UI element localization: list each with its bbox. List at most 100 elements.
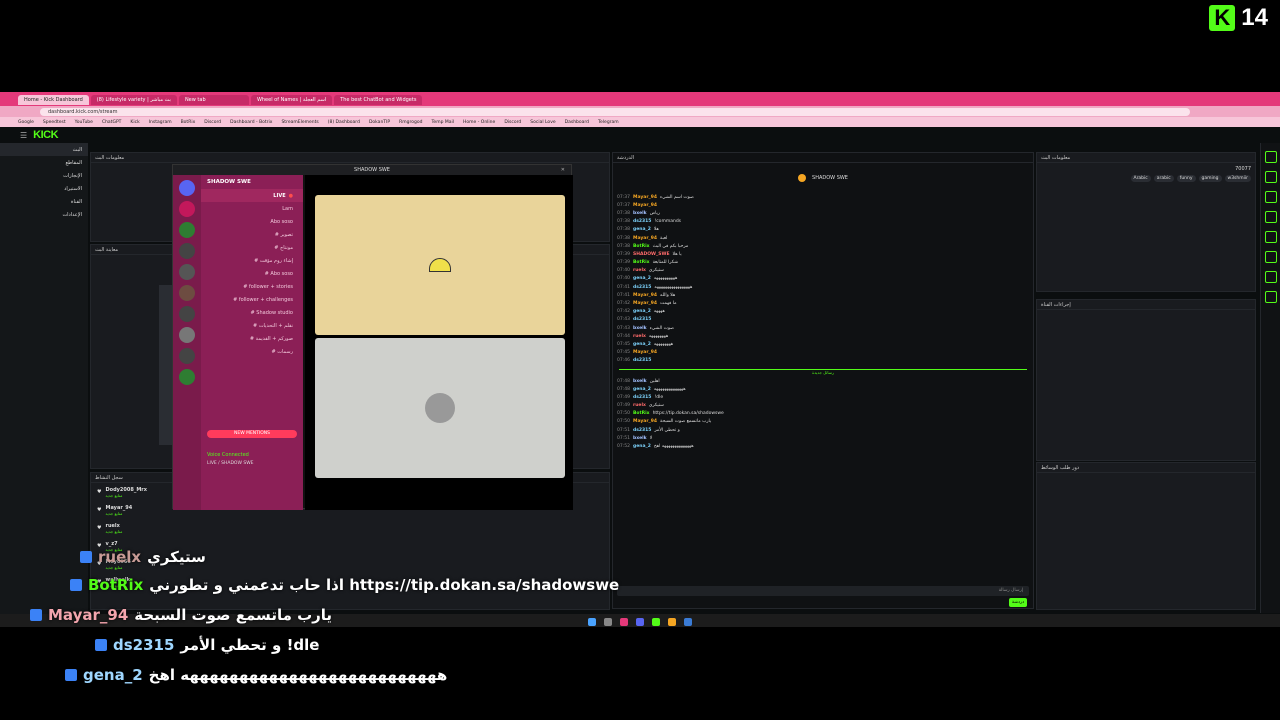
- chat-message[interactable]: 07:42 Mayar_94 ما فهمت: [613, 299, 1033, 307]
- chat-username[interactable]: gena_2: [633, 387, 651, 392]
- chat-message[interactable]: 07:50 BotRix https://tip.dokan.sa/shadowsw…: [613, 410, 1033, 418]
- tag-badge[interactable]: arabic: [1153, 175, 1174, 182]
- chat-message[interactable]: 07:39 SHADOW_SWE يا هلا: [613, 250, 1033, 258]
- bookmark-item[interactable]: Discord: [504, 120, 521, 125]
- bookmark-item[interactable]: Telegram: [598, 120, 619, 125]
- bookmark-item[interactable]: Kick: [130, 120, 139, 125]
- chat-username[interactable]: bxelk: [633, 379, 647, 384]
- chat-username[interactable]: Mayar_94: [633, 293, 657, 298]
- chat-username[interactable]: ds2315: [633, 317, 651, 322]
- bookmark-item[interactable]: DokanTIP: [369, 120, 390, 125]
- chat-message[interactable]: 07:38 ds2315 !commands: [613, 218, 1033, 226]
- browser-tab[interactable]: New tab: [178, 95, 249, 105]
- chat-message[interactable]: 07:45 Mayar_94: [613, 349, 1033, 357]
- browser-icon[interactable]: [620, 617, 628, 626]
- chat-username[interactable]: ds2315: [633, 428, 651, 433]
- chat-username[interactable]: ds2315: [633, 285, 651, 290]
- video-tile-lam[interactable]: [315, 195, 565, 335]
- chat-message[interactable]: 07:43 bxelk صوت الشيء: [613, 324, 1033, 332]
- chat-message[interactable]: 07:39 BotRix شكرا للمتابعة: [613, 259, 1033, 267]
- folder-icon[interactable]: [668, 617, 676, 626]
- chat-username[interactable]: SHADOW_SWE: [633, 252, 670, 257]
- chat-username[interactable]: ruelx: [633, 334, 646, 339]
- discord-channel[interactable]: # follower + stories: [201, 280, 303, 293]
- chat-username[interactable]: Mayar_94: [633, 236, 657, 241]
- sidebar-item[interactable]: الإنجازات: [0, 169, 88, 182]
- chat-message[interactable]: 07:48 gena_2 ههههههههههههههه: [613, 385, 1033, 393]
- chat-username[interactable]: Mayar_94: [633, 301, 657, 306]
- discord-channel[interactable]: # مونتاج: [201, 241, 303, 254]
- chat-message[interactable]: 07:44 ruelx ههههههههه: [613, 332, 1033, 340]
- chat-message[interactable]: 07:41 Mayar_94 هلا والله: [613, 291, 1033, 299]
- discord-channel[interactable]: # Abo soso: [201, 267, 303, 280]
- tag-badge[interactable]: Arabic: [1130, 175, 1151, 182]
- chat-username[interactable]: ds2315: [633, 358, 651, 363]
- chat-username[interactable]: gena_2: [633, 227, 651, 232]
- chat-username[interactable]: Mayar_94: [633, 203, 657, 208]
- chat-username[interactable]: BotRix: [633, 411, 650, 416]
- browser-tab[interactable]: Wheel of Names | اسم العجلة: [250, 95, 333, 105]
- chat-message[interactable]: 07:51 bxelk لا: [613, 434, 1033, 442]
- sidebar-item[interactable]: الإعدادات: [0, 208, 88, 221]
- bookmark-item[interactable]: Rmgrogod: [399, 120, 422, 125]
- chat-username[interactable]: gena_2: [633, 309, 651, 314]
- chat-message[interactable]: 07:48 bxelk اهلين: [613, 377, 1033, 385]
- tag-badge[interactable]: w3shmiir: [1224, 175, 1251, 182]
- bookmark-item[interactable]: Social Love: [530, 120, 555, 125]
- discord-channel[interactable]: # نقلم + التحديات: [201, 319, 303, 332]
- browser-tab[interactable]: (8) Lifestyle variety | بث مباشر: [90, 95, 177, 105]
- sidebar-item[interactable]: القناة: [0, 195, 88, 208]
- chat-username[interactable]: bxelk: [633, 326, 647, 331]
- chat-message[interactable]: 07:51 ds2315 و تحطي الأمر: [613, 426, 1033, 434]
- chat-message[interactable]: 07:50 Mayar_94 يارب ماتسمع صوت السبحة: [613, 418, 1033, 426]
- new-mentions-button[interactable]: NEW MENTIONS: [207, 430, 297, 438]
- chat-message[interactable]: 07:37 Mayar_94 صوت اسم الشيء: [613, 193, 1033, 201]
- sidebar-item[interactable]: المقاطع: [0, 156, 88, 169]
- chat-message[interactable]: 07:46 ds2315: [613, 357, 1033, 365]
- chat-message[interactable]: 07:52 gena_2 ههههههههههههههه اهخ: [613, 442, 1033, 450]
- chat-input[interactable]: إرسال رسالة: [617, 586, 1029, 596]
- chat-message[interactable]: 07:37 Mayar_94: [613, 201, 1033, 209]
- browser-tab[interactable]: The best ChatBot and Widgets: [334, 95, 423, 105]
- discord-channel[interactable]: # تصوير: [201, 228, 303, 241]
- chat-username[interactable]: gena_2: [633, 444, 651, 449]
- chat-message[interactable]: 07:38 BotRix مرحبا بكم في البث: [613, 242, 1033, 250]
- sidebar-item[interactable]: الاستيراد: [0, 182, 88, 195]
- discord-channel[interactable]: # follower + challenges: [201, 293, 303, 306]
- bookmark-item[interactable]: Home - Online: [463, 120, 495, 125]
- chat-username[interactable]: ruelx: [633, 268, 646, 273]
- discord-channel[interactable]: # إشاء روم مؤقت: [201, 254, 303, 267]
- chat-username[interactable]: BotRix: [633, 244, 650, 249]
- chat-username[interactable]: BotRix: [633, 260, 650, 265]
- chat-username[interactable]: Mayar_94: [633, 419, 657, 424]
- bookmark-item[interactable]: Instagram: [149, 120, 172, 125]
- chat-username[interactable]: Mayar_94: [633, 350, 657, 355]
- chat-message[interactable]: 07:41 ds2315 هههههههههههههههههه: [613, 283, 1033, 291]
- bookmark-item[interactable]: ChatGPT: [102, 120, 121, 125]
- discord-channel[interactable]: # Shadow studio: [201, 306, 303, 319]
- bookmark-item[interactable]: Dashboard - Botrix: [230, 120, 272, 125]
- chat-message[interactable]: 07:45 gena_2 ههههههههه: [613, 340, 1033, 348]
- chat-username[interactable]: gena_2: [633, 342, 651, 347]
- send-chat-button[interactable]: دردشة: [1009, 598, 1027, 607]
- chat-message[interactable]: 07:38 bxelk رياض: [613, 209, 1033, 217]
- discord-server-name[interactable]: SHADOW SWE: [201, 175, 303, 189]
- menu-icon[interactable]: ☰: [20, 131, 27, 140]
- chat-username[interactable]: ds2315: [633, 219, 651, 224]
- discord-icon[interactable]: [636, 617, 644, 626]
- chat-message[interactable]: 07:43 ds2315: [613, 316, 1033, 324]
- chat-message[interactable]: 07:49 ruelx ستيكري: [613, 402, 1033, 410]
- bookmark-item[interactable]: Dashboard: [565, 120, 589, 125]
- bookmark-item[interactable]: YouTube: [75, 120, 93, 125]
- bookmark-item[interactable]: (8) Dashboard: [328, 120, 360, 125]
- chat-username[interactable]: ruelx: [633, 403, 646, 408]
- discord-channel[interactable]: # رسمات: [201, 345, 303, 358]
- chat-username[interactable]: bxelk: [633, 436, 647, 441]
- bookmark-item[interactable]: StreamElements: [281, 120, 318, 125]
- video-tile-abo-soso[interactable]: [315, 338, 565, 478]
- kick-icon[interactable]: [652, 617, 660, 626]
- tag-badge[interactable]: gaming: [1198, 175, 1222, 182]
- bookmark-item[interactable]: BotRix: [181, 120, 196, 125]
- discord-channel[interactable]: # صوركم + القديمة: [201, 332, 303, 345]
- chat-username[interactable]: ds2315: [633, 395, 651, 400]
